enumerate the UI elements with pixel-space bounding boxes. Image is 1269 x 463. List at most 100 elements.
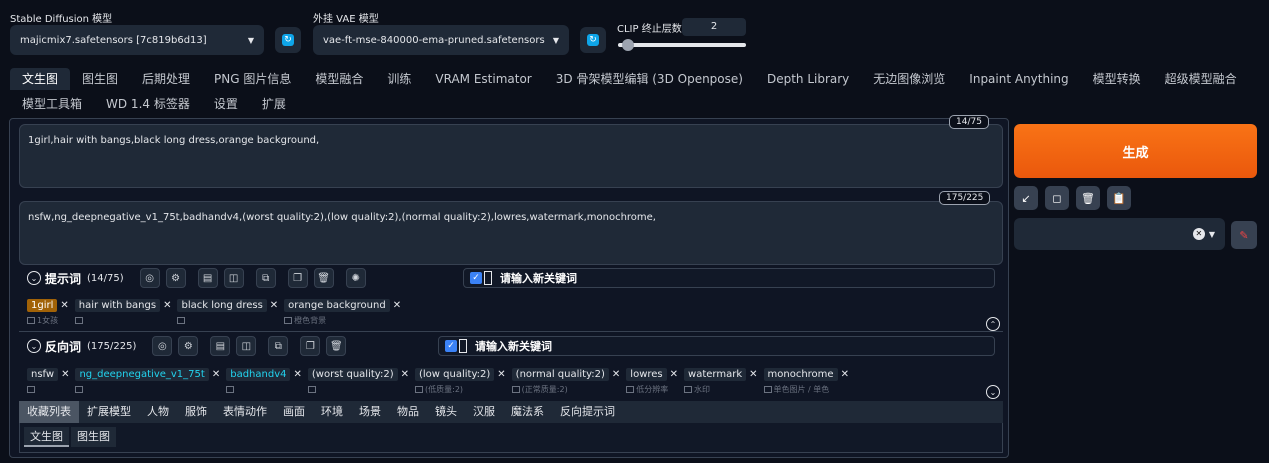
trash-icon[interactable]: 🗑 [313, 268, 334, 288]
styles-dropdown[interactable]: ✕ ▼ [1014, 218, 1225, 250]
tag-text[interactable]: ng_deepnegative_v1_75t [75, 368, 209, 381]
remove-tag-icon[interactable]: ✕ [612, 369, 620, 380]
remove-tag-icon[interactable]: ✕ [60, 300, 68, 311]
category-tab[interactable]: 人物 [139, 401, 177, 423]
tag-text[interactable]: nsfw [27, 368, 59, 381]
category-tab[interactable]: 场景 [351, 401, 389, 423]
checkbox-icon[interactable]: ✓ [445, 340, 457, 352]
tab-item[interactable]: Depth Library [755, 68, 861, 90]
category-tab[interactable]: 收藏列表 [19, 401, 79, 423]
copy-icon[interactable]: ❐ [300, 336, 321, 356]
bookmark-icon[interactable]: ◫ [236, 336, 257, 356]
tag-chip[interactable]: badhandv4 ✕ [226, 366, 302, 395]
read-params-button[interactable]: ↙ [1014, 186, 1038, 210]
tag-chip[interactable]: 1girl ✕ 1女孩 [27, 297, 69, 326]
clip-value-input[interactable]: 2 [682, 18, 746, 36]
clipboard-button[interactable]: 📋 [1107, 186, 1131, 210]
remove-tag-icon[interactable]: ✕ [212, 369, 220, 380]
tab-item[interactable]: 模型融合 [303, 68, 375, 90]
remove-tag-icon[interactable]: ✕ [393, 300, 401, 311]
tag-text[interactable]: black long dress [177, 299, 267, 312]
remove-tag-icon[interactable]: ✕ [293, 369, 301, 380]
copy-en-icon[interactable]: ⧉ [255, 268, 276, 288]
category-tab[interactable]: 物品 [389, 401, 427, 423]
translate-icon[interactable] [27, 316, 35, 324]
translate-icon[interactable] [74, 316, 83, 324]
remove-tag-icon[interactable]: ✕ [401, 369, 409, 380]
translate-icon[interactable] [684, 385, 693, 393]
globe-icon[interactable]: ◎ [152, 336, 173, 356]
clip-slider-handle[interactable] [622, 39, 635, 51]
generate-button[interactable]: 生成 [1014, 124, 1257, 178]
tab-item[interactable]: 模型工具箱 [10, 93, 94, 115]
tag-text[interactable]: (normal quality:2) [511, 368, 609, 381]
remove-tag-icon[interactable]: ✕ [670, 369, 678, 380]
tab-item[interactable]: 3D 骨架模型编辑 (3D Openpose) [544, 68, 755, 90]
translate-icon[interactable] [75, 385, 84, 393]
globe-icon[interactable]: ◎ [139, 268, 160, 288]
tab-item[interactable]: 设置 [202, 93, 250, 115]
remove-tag-icon[interactable]: ✕ [270, 300, 278, 311]
tag-text[interactable]: (worst quality:2) [307, 368, 398, 381]
tab-item[interactable]: 模型转换 [1081, 68, 1153, 90]
tag-text[interactable]: hair with bangs [74, 299, 161, 312]
tab-item[interactable]: 无边图像浏览 [861, 68, 957, 90]
tab-item[interactable]: 文生图 [10, 68, 71, 90]
neg-keyword-input[interactable]: ✓ 请输入新关键词 [438, 336, 995, 356]
tab-item[interactable]: 后期处理 [130, 68, 202, 90]
copy-en-icon[interactable]: ⧉ [268, 336, 289, 356]
category-tab[interactable]: 表情动作 [215, 401, 275, 423]
translate-icon[interactable] [415, 385, 423, 393]
tab-item[interactable]: PNG 图片信息 [202, 68, 303, 90]
remove-tag-icon[interactable]: ✕ [841, 369, 849, 380]
tag-chip[interactable]: ng_deepnegative_v1_75t ✕ [75, 366, 220, 395]
tag-chip[interactable]: watermark ✕ 水印 [684, 366, 758, 395]
gear-icon[interactable]: ⚙ [165, 268, 186, 288]
tag-chip[interactable]: monochrome ✕ 单色图片 / 单色 [763, 366, 849, 395]
translate-icon[interactable] [307, 385, 316, 393]
category-tab[interactable]: 服饰 [177, 401, 215, 423]
tag-chip[interactable]: nsfw ✕ [27, 366, 69, 395]
tag-text[interactable]: lowres [626, 368, 667, 381]
tag-text[interactable]: (low quality:2) [415, 368, 495, 381]
category-subtab[interactable]: 文生图 [24, 427, 69, 447]
tag-chip[interactable]: (low quality:2) ✕ (低质量:2) [415, 366, 506, 395]
remove-tag-icon[interactable]: ✕ [163, 300, 171, 311]
category-tab[interactable]: 镜头 [427, 401, 465, 423]
tag-text[interactable]: 1girl [27, 299, 58, 312]
category-tab[interactable]: 魔法系 [503, 401, 552, 423]
tab-item[interactable]: Inpaint Anything [957, 68, 1080, 90]
tag-text[interactable]: watermark [684, 368, 747, 381]
vae-refresh-button[interactable]: ↻ [580, 27, 606, 53]
copy-icon[interactable]: ❐ [287, 268, 308, 288]
history-icon[interactable]: ▤ [197, 268, 218, 288]
translate-icon[interactable] [27, 385, 35, 393]
trash-button[interactable]: 🗑 [1076, 186, 1100, 210]
tag-text[interactable]: orange background [284, 299, 390, 312]
tab-item[interactable]: 训练 [375, 68, 423, 90]
tag-chip[interactable]: lowres ✕ 低分辨率 [626, 366, 678, 395]
tag-text[interactable]: badhandv4 [226, 368, 291, 381]
trash-icon[interactable]: 🗑 [326, 336, 347, 356]
checkbox-icon[interactable]: ✓ [470, 272, 482, 284]
openai-icon[interactable]: ✺ [345, 268, 366, 288]
gear-icon[interactable]: ⚙ [178, 336, 199, 356]
tag-text[interactable]: monochrome [763, 368, 838, 381]
tab-item[interactable]: VRAM Estimator [423, 68, 543, 90]
remove-tag-icon[interactable]: ✕ [749, 369, 757, 380]
prompt-textarea[interactable]: 1girl,hair with bangs,black long dress,o… [19, 124, 1003, 188]
translate-icon[interactable] [511, 385, 520, 393]
translate-icon[interactable] [763, 385, 772, 393]
collapse-icon[interactable]: ⌄ [27, 339, 41, 353]
clear-icon[interactable]: ✕ [1192, 228, 1205, 240]
tab-item[interactable]: 超级模型融合 [1153, 68, 1249, 90]
tag-chip[interactable]: (worst quality:2) ✕ [307, 366, 409, 395]
history-icon[interactable]: ▤ [210, 336, 231, 356]
category-tab[interactable]: 汉服 [465, 401, 503, 423]
sd-model-dropdown[interactable]: majicmix7.safetensors [7c819b6d13] ▼ [10, 25, 264, 55]
translate-icon[interactable] [284, 316, 293, 324]
remove-tag-icon[interactable]: ✕ [497, 369, 505, 380]
expand-down-icon[interactable]: ⌄ [986, 385, 1000, 399]
translate-icon[interactable] [177, 316, 186, 324]
tag-chip[interactable]: black long dress ✕ [177, 297, 278, 326]
